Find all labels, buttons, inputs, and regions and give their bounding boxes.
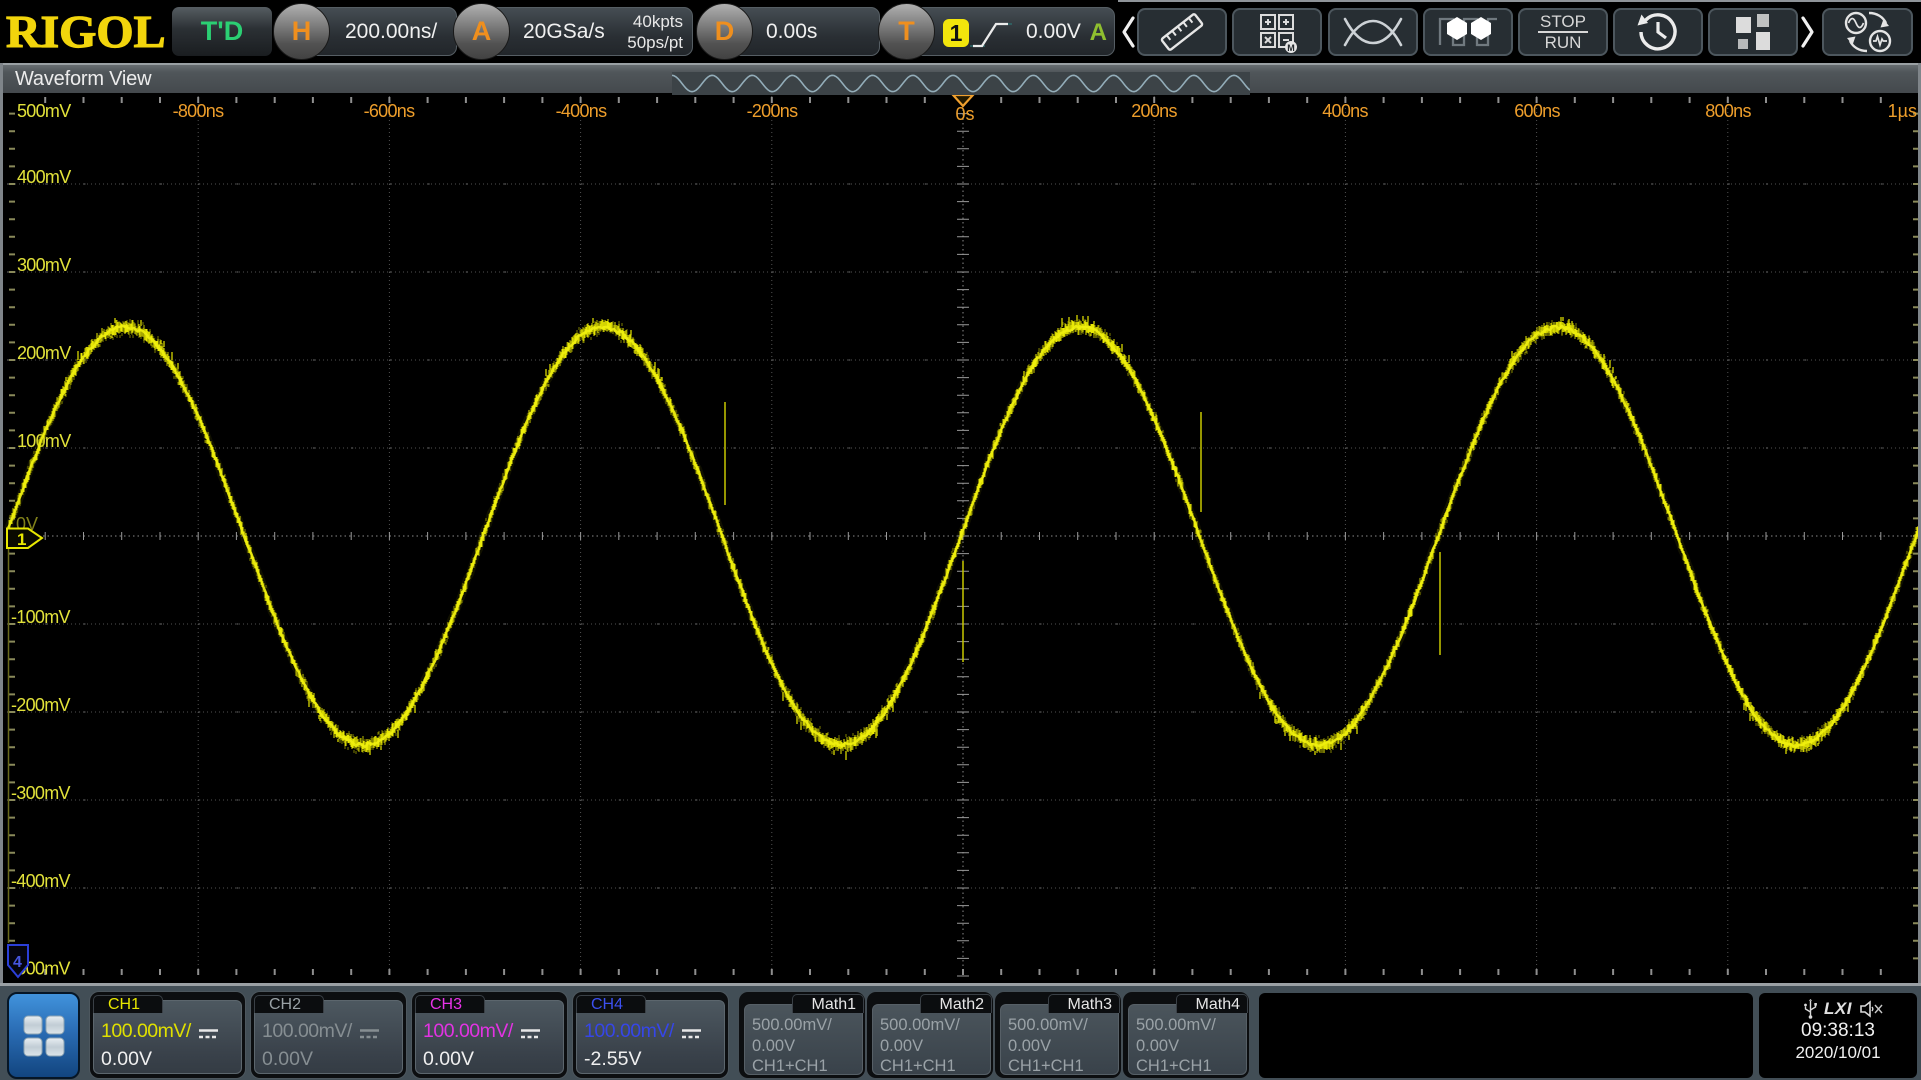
svg-text:200ns: 200ns <box>1131 101 1177 121</box>
svg-text:-600ns: -600ns <box>364 101 416 121</box>
svg-text:-400mV: -400mV <box>11 871 71 891</box>
svg-text:400ns: 400ns <box>1322 101 1368 121</box>
svg-text:-200ns: -200ns <box>747 101 799 121</box>
svg-text:-100mV: -100mV <box>11 607 71 627</box>
svg-text:0s: 0s <box>955 104 974 124</box>
svg-text:800ns: 800ns <box>1705 101 1751 121</box>
svg-text:-400ns: -400ns <box>556 101 608 121</box>
svg-text:M: M <box>1287 43 1295 53</box>
svg-text:1µs: 1µs <box>1888 101 1917 121</box>
svg-text:300mV: 300mV <box>17 255 71 275</box>
svg-text:-200mV: -200mV <box>11 695 71 715</box>
svg-text:1: 1 <box>17 530 26 549</box>
svg-text:4: 4 <box>13 954 22 971</box>
svg-text:-800ns: -800ns <box>173 101 225 121</box>
svg-text:400mV: 400mV <box>17 167 71 187</box>
svg-text:-300mV: -300mV <box>11 783 71 803</box>
svg-text:600ns: 600ns <box>1514 101 1560 121</box>
svg-text:200mV: 200mV <box>17 343 71 363</box>
svg-text:500mV: 500mV <box>17 101 71 121</box>
